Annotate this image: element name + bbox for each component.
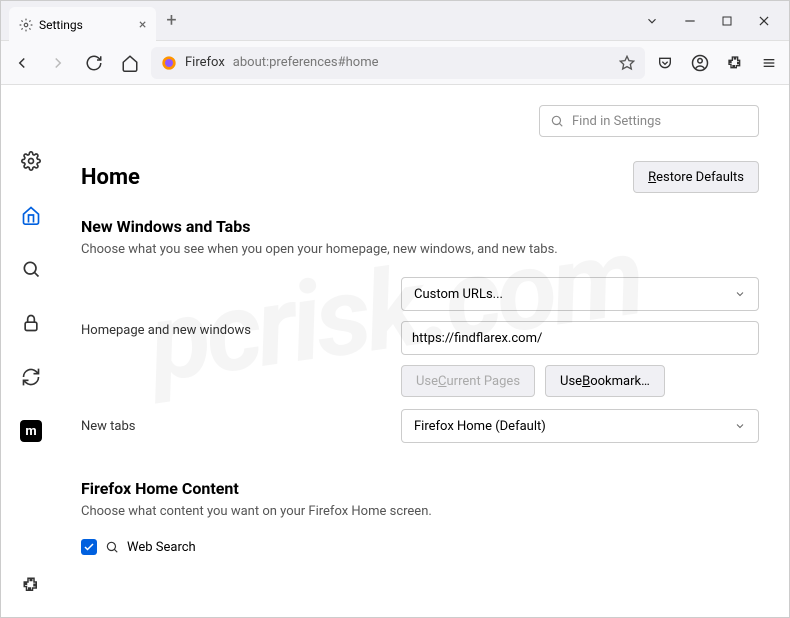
window-close-button[interactable] <box>757 14 771 28</box>
settings-sidebar: m <box>1 85 61 617</box>
home-button[interactable] <box>121 54 139 72</box>
section-new-windows-title: New Windows and Tabs <box>81 217 759 236</box>
gear-icon <box>19 18 33 32</box>
gear-icon <box>21 151 41 171</box>
search-placeholder: Find in Settings <box>572 114 661 129</box>
chevron-down-icon <box>734 420 746 432</box>
section-new-windows-desc: Choose what you see when you open your h… <box>81 242 759 257</box>
mozilla-icon: m <box>20 420 42 442</box>
restore-defaults-button[interactable]: Restore Defaults <box>633 161 759 193</box>
puzzle-icon <box>22 576 40 594</box>
section-home-content-title: Firefox Home Content <box>81 479 759 498</box>
titlebar: Settings × + <box>1 1 789 41</box>
sidebar-sync[interactable] <box>15 361 47 393</box>
firefox-icon <box>161 55 177 71</box>
tab-close-button[interactable]: × <box>139 17 146 33</box>
window-maximize-button[interactable] <box>721 15 733 27</box>
homepage-select-value: Custom URLs... <box>414 287 503 302</box>
home-icon <box>21 205 41 225</box>
urlbar-context: Firefox <box>185 55 225 70</box>
web-search-label: Web Search <box>127 540 196 555</box>
tab-settings[interactable]: Settings × <box>9 7 156 43</box>
homepage-select[interactable]: Custom URLs... <box>401 277 759 311</box>
pocket-icon[interactable] <box>657 55 673 71</box>
menu-icon[interactable] <box>761 55 777 71</box>
reload-button[interactable] <box>85 54 103 72</box>
use-bookmark-button[interactable]: Use Bookmark… <box>545 365 665 397</box>
url-text: about:preferences#home <box>233 55 379 70</box>
sidebar-privacy[interactable] <box>15 307 47 339</box>
search-icon <box>21 259 41 279</box>
settings-search-input[interactable]: Find in Settings <box>539 105 759 137</box>
section-home-content-desc: Choose what content you want on your Fir… <box>81 504 759 519</box>
newtabs-label: New tabs <box>81 419 401 434</box>
sidebar-search[interactable] <box>15 253 47 285</box>
sidebar-general[interactable] <box>15 145 47 177</box>
main-content: Find in Settings Home Restore Defaults N… <box>61 85 789 617</box>
toolbar: Firefox about:preferences#home <box>1 41 789 85</box>
use-current-pages-button[interactable]: Use Current Pages <box>401 365 535 397</box>
window-minimize-button[interactable] <box>683 14 697 28</box>
window-dropdown-icon[interactable] <box>645 14 659 28</box>
web-search-checkbox[interactable] <box>81 539 97 555</box>
tab-title: Settings <box>39 18 83 32</box>
sync-icon <box>21 367 41 387</box>
search-icon <box>550 114 564 128</box>
forward-button[interactable] <box>49 54 67 72</box>
bookmark-star-icon[interactable] <box>619 55 635 71</box>
check-icon <box>83 541 95 553</box>
account-icon[interactable] <box>691 54 709 72</box>
homepage-url-input[interactable] <box>401 321 759 355</box>
sidebar-extensions[interactable] <box>15 569 47 601</box>
new-tab-button[interactable]: + <box>166 10 176 31</box>
lock-icon <box>21 313 41 333</box>
url-bar[interactable]: Firefox about:preferences#home <box>151 47 645 79</box>
sidebar-home[interactable] <box>15 199 47 231</box>
sidebar-more[interactable]: m <box>15 415 47 447</box>
newtabs-select-value: Firefox Home (Default) <box>414 419 546 434</box>
back-button[interactable] <box>13 54 31 72</box>
extensions-icon[interactable] <box>727 55 743 71</box>
newtabs-select[interactable]: Firefox Home (Default) <box>401 409 759 443</box>
page-title: Home <box>81 165 140 190</box>
chevron-down-icon <box>734 288 746 300</box>
search-icon <box>105 540 119 554</box>
homepage-label: Homepage and new windows <box>81 277 401 338</box>
